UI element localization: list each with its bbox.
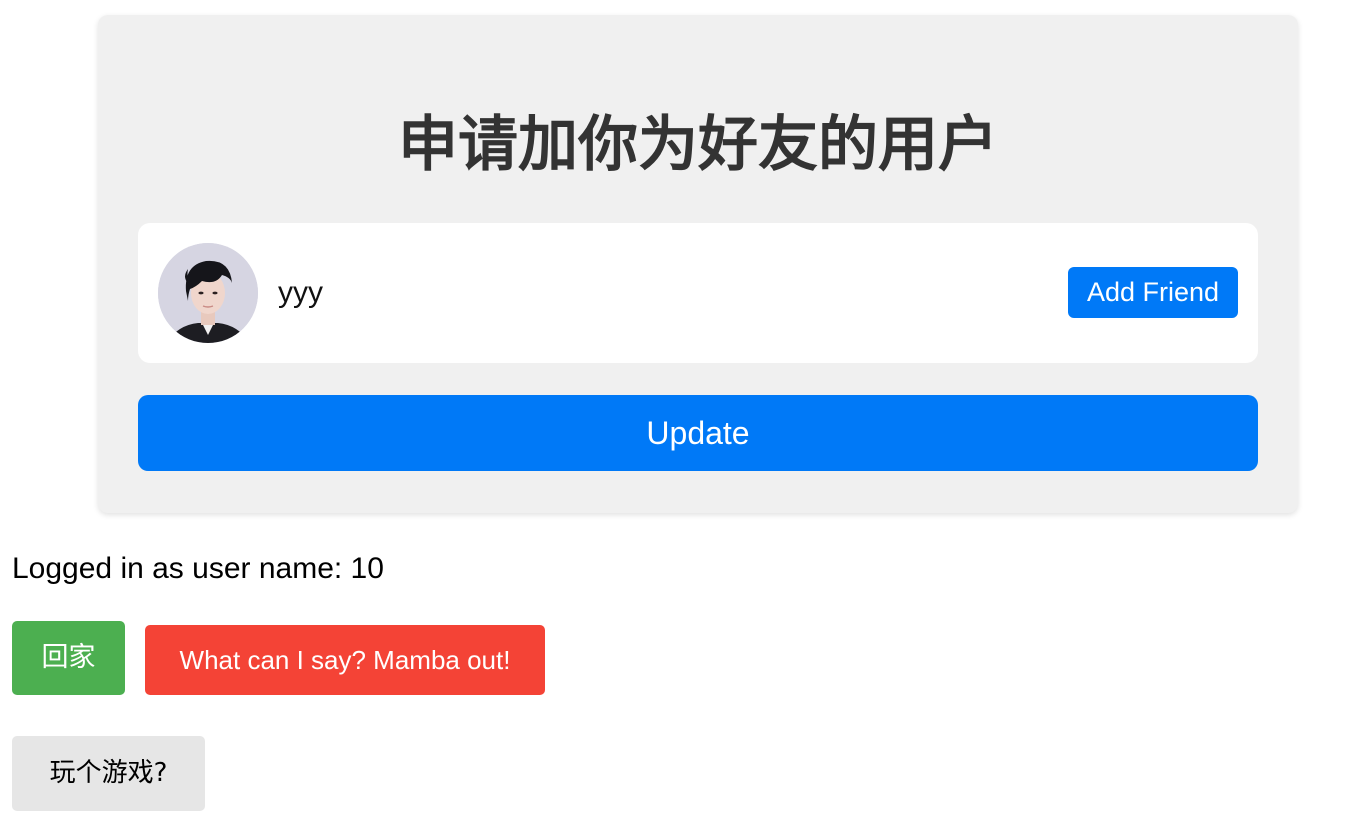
- friend-requests-card: 申请加你为好友的用户 yyy Add Friend Update: [98, 15, 1298, 513]
- home-button[interactable]: 回家: [12, 621, 125, 695]
- page-title: 申请加你为好友的用户: [398, 110, 998, 180]
- user-avatar-photo-icon: [158, 243, 258, 343]
- request-username: yyy: [278, 276, 323, 309]
- logged-in-status: Logged in as user name: 10: [12, 552, 384, 585]
- mamba-out-button[interactable]: What can I say? Mamba out!: [145, 625, 545, 695]
- update-button[interactable]: Update: [138, 395, 1258, 471]
- add-friend-button[interactable]: Add Friend: [1068, 267, 1238, 318]
- play-game-button[interactable]: 玩个游戏?: [12, 736, 205, 811]
- avatar: [158, 243, 258, 343]
- friend-request-item: yyy Add Friend: [138, 223, 1258, 363]
